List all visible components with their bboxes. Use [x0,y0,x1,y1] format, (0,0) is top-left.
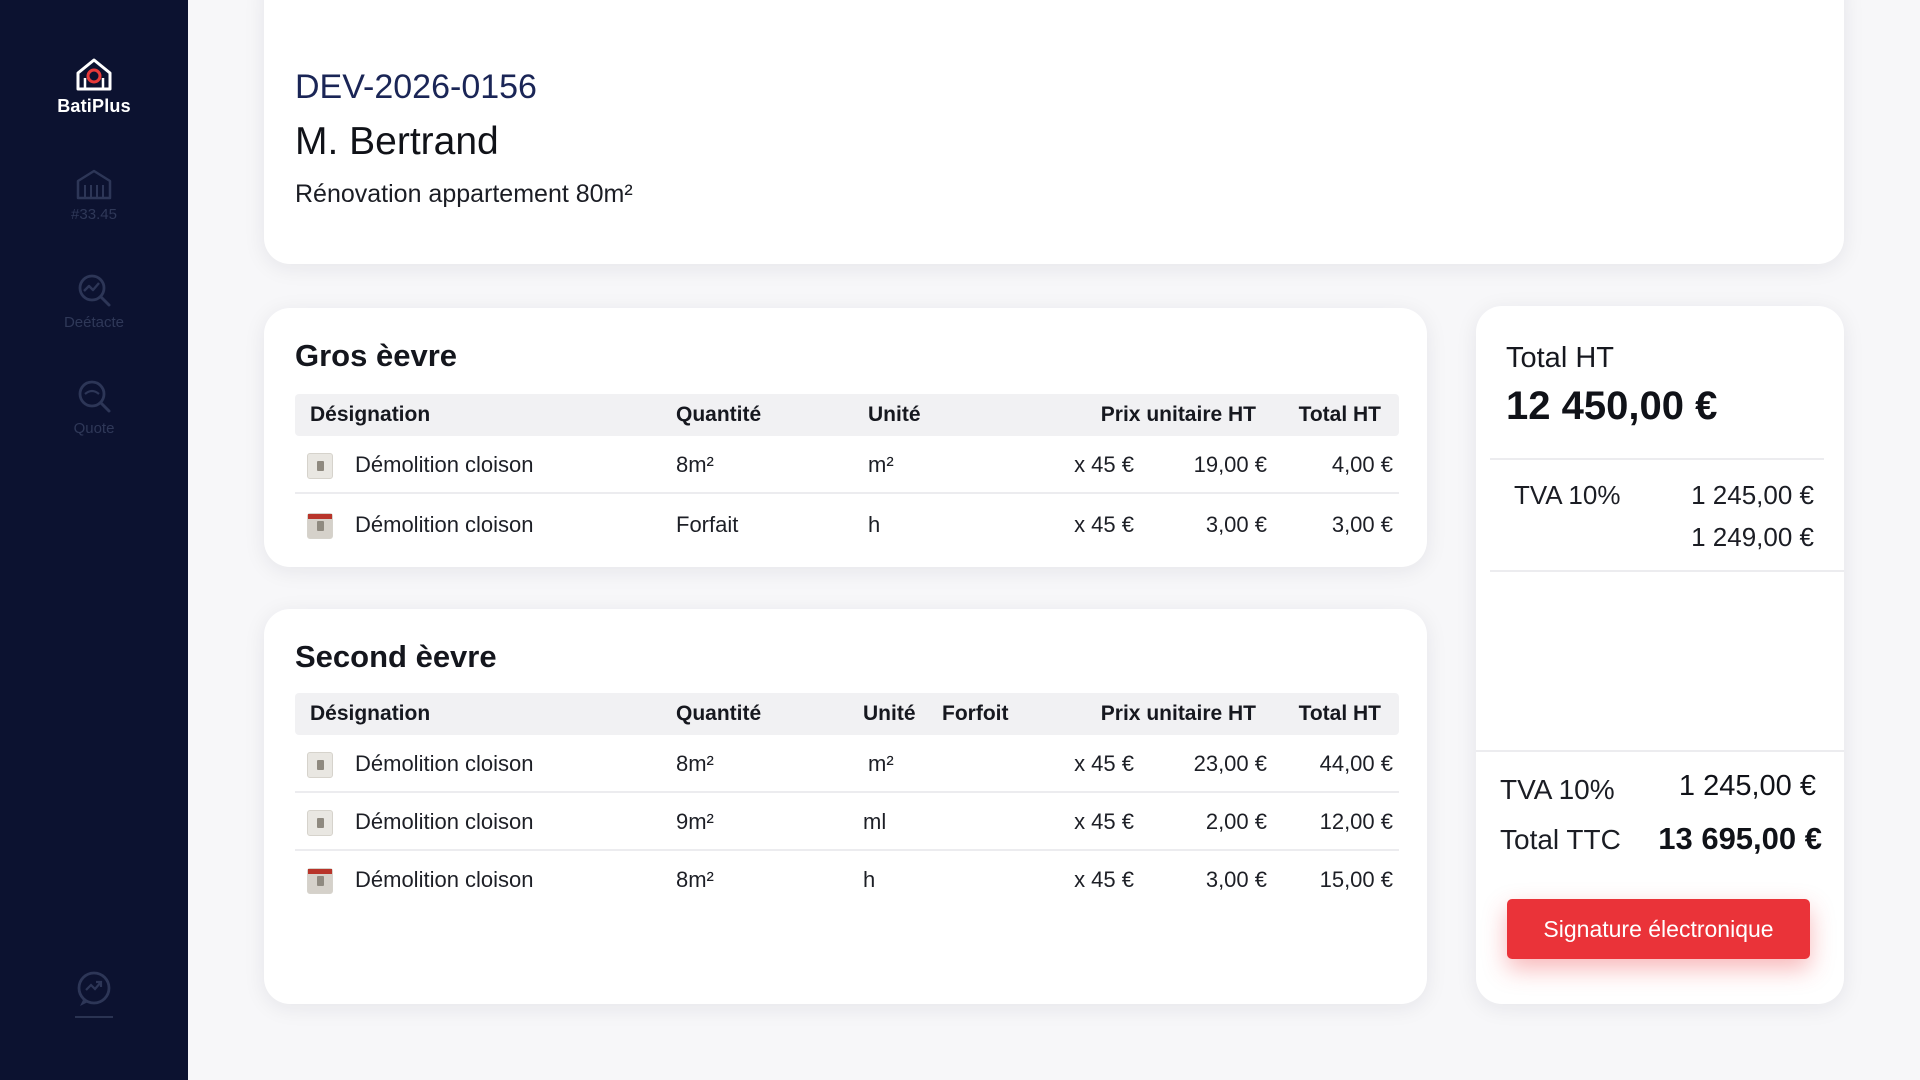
cell-unit-price: 2,00 € [1205,809,1267,834]
section-gros-oeuvre: Gros èevre Désignation Quantité Unité Pr… [264,308,1427,567]
column-quantity[interactable]: Quantité [676,394,761,436]
tva-label: TVA 10% [1514,480,1621,510]
total-ht-label: Total HT [1506,342,1614,374]
cell-unit: m² [868,452,894,477]
app-name: BatiPlus [57,96,131,116]
cell-designation: Démolition cloison [355,751,534,776]
table-header: Désignation Quantité Unité Forfoit Prix … [295,693,1399,735]
divider [1490,570,1844,572]
sidebar-chat-button[interactable] [0,970,188,1018]
cell-rate: x 45 € [1074,809,1134,834]
cell-total: 4,00 € [1331,452,1393,477]
table-row[interactable]: Démolition cloison 9m² ml x 45 € 2,00 € … [295,793,1399,851]
cell-unit: h [863,867,876,892]
cell-quantity: Forfait [676,512,739,537]
column-total[interactable]: Total HT [1299,693,1381,735]
cell-total: 15,00 € [1319,867,1393,892]
column-unit[interactable]: Unité [868,394,921,436]
tva-summary-value: 1 245,00 € [1678,770,1816,802]
column-total[interactable]: Total HT [1299,394,1381,436]
tva-value-secondary: 1 249,00 € [1691,522,1814,552]
sidebar-item-label: Quote [73,420,115,437]
table-row[interactable]: Démolition cloison Forfait h x 45 € 3,00… [295,496,1399,554]
cell-designation: Démolition cloison [355,867,534,892]
search-icon [78,380,111,413]
item-thumbnail [307,513,333,539]
column-unit-price[interactable]: Prix unitaire HT [1101,693,1256,735]
column-quantity[interactable]: Quantité [676,693,761,735]
cell-unit: m² [868,751,894,776]
tva-summary-label: TVA 10% [1500,774,1615,805]
cell-total: 44,00 € [1319,751,1393,776]
cell-designation: Démolition cloison [355,452,534,477]
sidebar-item-quote[interactable]: Quote [0,378,188,437]
cell-unit: ml [863,809,887,834]
total-ttc-value: 13 695,00 € [1658,821,1822,856]
divider [1490,458,1824,460]
divider [75,1016,113,1018]
cell-rate: x 45 € [1074,751,1134,776]
cell-total: 12,00 € [1319,809,1393,834]
cell-quantity: 8m² [676,867,714,892]
section-title: Second èevre [295,639,497,674]
building-icon [76,169,112,200]
cell-unit-price: 23,00 € [1193,751,1267,776]
column-designation[interactable]: Désignation [310,693,430,735]
column-unit[interactable]: Unité [863,693,916,735]
table-header: Désignation Quantité Unité Prix unitaire… [295,394,1399,436]
cell-quantity: 9m² [676,809,714,834]
item-thumbnail [307,752,333,778]
item-thumbnail [307,868,333,894]
cell-total: 3,00 € [1331,512,1393,537]
table-row[interactable]: Démolition cloison 8m² h x 45 € 3,00 € 1… [295,851,1399,909]
cell-quantity: 8m² [676,452,714,477]
sidebar-item-detect[interactable]: Deétacte [0,272,188,331]
cell-rate: x 45 € [1074,452,1134,477]
cell-unit-price: 19,00 € [1193,452,1267,477]
sidebar-item-label: #33.45 [71,206,117,223]
table-row[interactable]: Démolition cloison 8m² m² x 45 € 19,00 €… [295,436,1399,494]
cell-designation: Démolition cloison [355,512,534,537]
client-name: M. Bertrand [295,120,499,163]
totals-card: Total HT 12 450,00 € TVA 10% 1 245,00 € … [1476,306,1844,1004]
app-logo[interactable]: BatiPlus [0,56,188,117]
cell-rate: x 45 € [1074,512,1134,537]
item-thumbnail [307,453,333,479]
item-thumbnail [307,810,333,836]
section-second-oeuvre: Second èevre Désignation Quantité Unité … [264,609,1427,1004]
cell-quantity: 8m² [676,751,714,776]
tva-value: 1 245,00 € [1691,480,1814,510]
cell-designation: Démolition cloison [355,809,534,834]
table-row[interactable]: Démolition cloison 8m² m² x 45 € 23,00 €… [295,735,1399,793]
column-unit-price[interactable]: Prix unitaire HT [1101,394,1256,436]
divider [1476,750,1844,752]
cell-unit-price: 3,00 € [1205,512,1267,537]
column-forfait[interactable]: Forfoit [942,693,1008,735]
house-logo-icon [76,58,112,91]
section-title: Gros èevre [295,338,457,373]
sidebar-item-building[interactable]: #33.45 [0,168,188,223]
total-ht-value: 12 450,00 € [1506,384,1718,428]
total-ttc-label: Total TTC [1500,824,1621,855]
sidebar-item-label: Deétacte [63,314,125,331]
project-description: Rénovation appartement 80m² [295,180,633,208]
cell-rate: x 45 € [1074,867,1134,892]
quote-number: DEV-2026-0156 [295,68,537,106]
search-chart-icon [78,274,111,307]
cell-unit: h [868,512,881,537]
electronic-signature-button[interactable]: Signature électronique [1507,899,1810,959]
chat-add-icon [77,971,111,1006]
sidebar: BatiPlus #33.45 Deétacte Quote [0,0,188,1080]
quote-header-card: DEV-2026-0156 M. Bertrand Rénovation app… [264,0,1844,264]
column-designation[interactable]: Désignation [310,394,430,436]
cell-unit-price: 3,00 € [1205,867,1267,892]
